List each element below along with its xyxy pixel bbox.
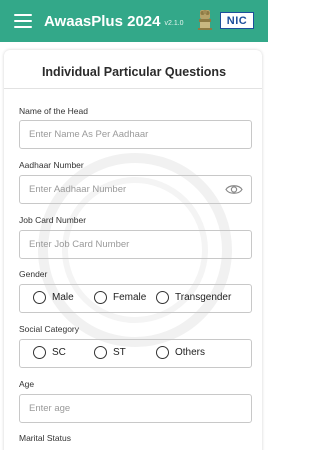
age-placeholder: Enter age (29, 403, 71, 414)
gender-option-transgender[interactable]: Transgender (156, 291, 231, 304)
social-category-option-others[interactable]: Others (156, 346, 205, 359)
job-card-input[interactable]: Enter Job Card Number (19, 230, 252, 259)
gender-radio-group: Male Female Transgender (19, 284, 252, 313)
radio-button-icon[interactable] (33, 346, 46, 359)
social-category-option-label: ST (113, 347, 126, 358)
social-category-option-st[interactable]: ST (94, 346, 126, 359)
head-name-label: Name of the Head (19, 106, 88, 116)
age-input[interactable]: Enter age (19, 394, 252, 423)
gender-label: Gender (19, 269, 48, 279)
job-card-label: Job Card Number (19, 215, 87, 225)
national-emblem-icon (198, 10, 212, 30)
social-category-option-sc[interactable]: SC (33, 346, 66, 359)
aadhaar-label: Aadhaar Number (19, 160, 84, 170)
radio-button-icon[interactable] (94, 291, 107, 304)
gender-option-male[interactable]: Male (33, 291, 74, 304)
gender-option-label: Female (113, 292, 147, 303)
radio-button-icon[interactable] (156, 291, 169, 304)
radio-button-icon[interactable] (94, 346, 107, 359)
aadhaar-placeholder: Enter Aadhaar Number (29, 184, 127, 195)
app-title: AwaasPlus 2024 (44, 12, 161, 30)
job-card-placeholder: Enter Job Card Number (29, 239, 130, 250)
nic-logo: NIC (220, 12, 254, 29)
gender-option-female[interactable]: Female (94, 291, 146, 304)
form-title: Individual Particular Questions (41, 65, 227, 79)
social-category-label: Social Category (19, 324, 80, 334)
title-divider (4, 88, 262, 89)
aadhaar-input[interactable]: Enter Aadhaar Number (19, 175, 252, 204)
head-name-placeholder: Enter Name As Per Aadhaar (29, 129, 149, 140)
marital-status-label: Marital Status (19, 433, 71, 443)
head-name-input[interactable]: Enter Name As Per Aadhaar (19, 120, 252, 149)
gender-option-label: Transgender (175, 292, 232, 303)
app-screen: AwaasPlus 2024 v2.1.0 NIC Individual Par… (0, 0, 268, 450)
social-category-option-label: SC (52, 347, 66, 358)
gender-option-label: Male (52, 292, 74, 303)
hamburger-menu-icon[interactable] (14, 14, 32, 28)
social-category-radio-group: SC ST Others (19, 339, 252, 368)
app-version: v2.1.0 (164, 19, 184, 27)
social-category-option-label: Others (175, 347, 206, 358)
age-label: Age (19, 379, 35, 389)
radio-button-icon[interactable] (156, 346, 169, 359)
radio-button-icon[interactable] (33, 291, 46, 304)
eye-icon[interactable] (225, 183, 243, 196)
